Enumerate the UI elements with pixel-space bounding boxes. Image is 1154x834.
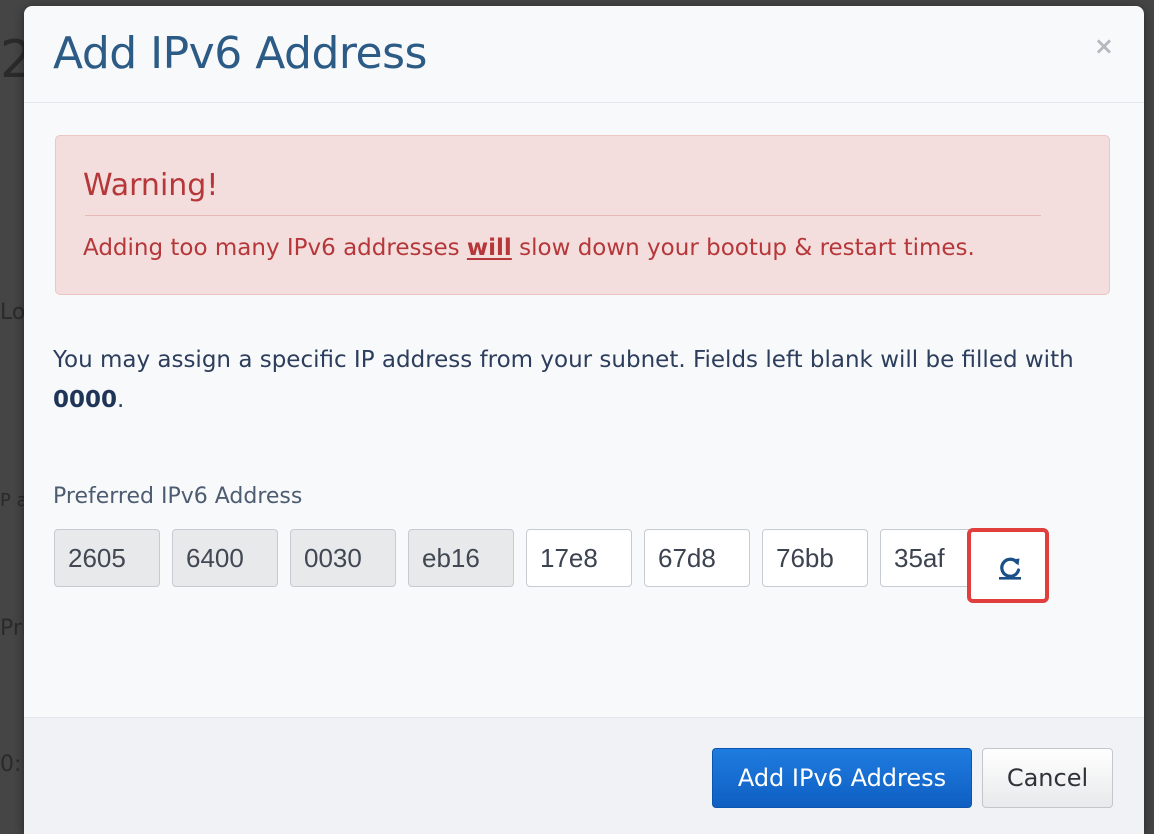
info-text-after: . xyxy=(117,387,125,413)
alert-title: Warning! xyxy=(83,168,219,203)
info-text-bold: 0000 xyxy=(53,387,118,413)
address-segment-6[interactable] xyxy=(644,529,750,587)
address-segment-5[interactable] xyxy=(526,529,632,587)
info-text-before: You may assign a specific IP address fro… xyxy=(53,347,1074,373)
dialog-header: Add IPv6 Address × xyxy=(24,6,1144,103)
address-segment-2 xyxy=(172,529,278,587)
address-segment-4 xyxy=(408,529,514,587)
background-fragment: Lo xyxy=(0,300,26,325)
cancel-button[interactable]: Cancel xyxy=(982,748,1113,808)
alert-text-emphasis: will xyxy=(466,235,512,261)
alert-text-after: slow down your bootup & restart times. xyxy=(511,235,975,261)
regenerate-address-button[interactable] xyxy=(967,528,1049,603)
warning-alert: Warning! Adding too many IPv6 addresses … xyxy=(55,135,1110,295)
address-segment-7[interactable] xyxy=(762,529,868,587)
address-segment-1 xyxy=(54,529,160,587)
refresh-icon xyxy=(999,557,1021,580)
alert-divider xyxy=(85,215,1041,216)
close-icon[interactable]: × xyxy=(1094,34,1114,58)
alert-text-before: Adding too many IPv6 addresses xyxy=(83,235,467,261)
background-fragment: 0: xyxy=(0,752,22,777)
dialog-title: Add IPv6 Address xyxy=(53,28,427,79)
alert-message: Adding too many IPv6 addresses will slow… xyxy=(83,230,975,266)
add-ipv6-submit-button[interactable]: Add IPv6 Address xyxy=(712,748,972,808)
address-segment-3 xyxy=(290,529,396,587)
info-message: You may assign a specific IP address fro… xyxy=(53,340,1093,420)
preferred-address-label: Preferred IPv6 Address xyxy=(53,484,303,509)
add-ipv6-dialog: Add IPv6 Address × Warning! Adding too m… xyxy=(24,6,1144,834)
dialog-footer: Add IPv6 Address Cancel xyxy=(24,717,1144,834)
